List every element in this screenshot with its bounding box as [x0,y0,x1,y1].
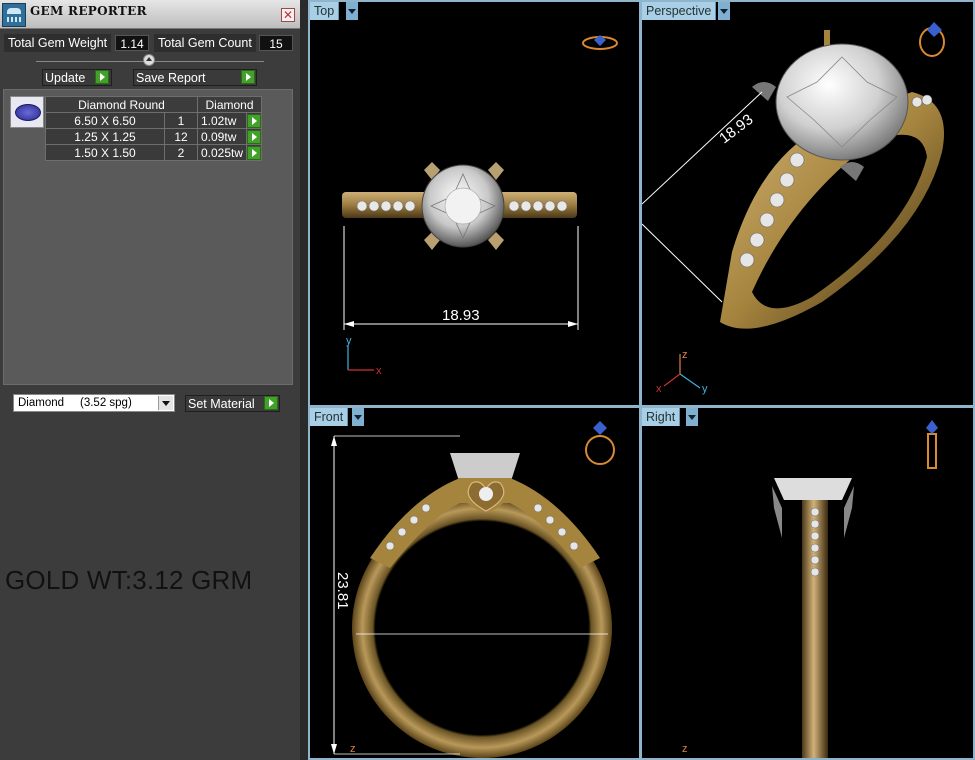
total-gem-weight-label: Total Gem Weight [4,34,112,52]
viewport-right[interactable]: z Right [640,406,975,760]
viewport-front-tab[interactable]: Front [310,408,349,426]
viewport-top[interactable]: 18.93 y x Top [308,0,641,407]
material-select[interactable]: Diamond (3.52 spg) [13,394,175,412]
right-view-canvas: z [682,420,938,758]
gem-count-cell: 1 [164,112,198,129]
gem-weight-cell: 1.02tw [196,112,248,129]
gem-weight-cell: 0.09tw [196,128,248,145]
gem-table: Diamond Round Diamond 6.50 X 6.50 1 1.02… [45,96,263,161]
axis-x-label: x [656,383,662,395]
diamond-gem-icon[interactable] [10,96,44,128]
gem-row-action-cell [246,128,263,145]
collapse-up-icon[interactable] [143,54,155,66]
panel-title: GEM REPORTER [30,4,147,18]
gem-reporter-panel: GEM REPORTER ✕ Total Gem Weight 1.14 Tot… [0,0,300,760]
axis-y-label: y [346,335,352,347]
gem-size-cell: 1.25 X 1.25 [45,128,165,145]
gem-table-header-row: Diamond Round Diamond [45,96,263,113]
viewport-front[interactable]: 23.81 z Front [308,406,641,760]
chevron-down-icon[interactable] [158,396,173,410]
viewport-top-tab[interactable]: Top [310,2,340,20]
row-play-icon[interactable] [247,145,262,160]
front-mini-ring-icon [585,421,615,465]
axis-x-label: x [376,365,382,377]
gem-table-header-material: Diamond [196,96,263,113]
viewport-right-dropdown-icon[interactable] [686,408,698,426]
save-report-button[interactable]: Save Report [133,69,257,86]
set-material-button-label: Set Material [188,397,255,411]
panel-splitter[interactable] [300,0,308,760]
close-button[interactable]: ✕ [281,8,295,22]
table-row[interactable]: 1.50 X 1.50 2 0.025tw [45,144,263,161]
viewport-perspective-dropdown-icon[interactable] [718,2,730,20]
gem-size-cell: 1.50 X 1.50 [45,144,165,161]
right-mini-ring-icon [926,420,938,469]
axis-z-label: z [682,349,688,361]
ring-front-shape [352,453,612,758]
top-dimension-label: 18.93 [442,307,480,324]
ring-top-shape [342,162,577,250]
total-gem-count-label: Total Gem Count [154,34,256,52]
row-play-icon[interactable] [247,113,262,128]
save-report-play-icon[interactable] [241,70,255,84]
save-report-button-label: Save Report [136,71,206,85]
axis-z-label: z [682,743,688,755]
viewport-right-tab[interactable]: Right [642,408,681,426]
axis-z-label: z [350,743,356,755]
viewport-top-dropdown-icon[interactable] [346,2,358,20]
gem-row-action-cell [246,112,263,129]
table-row[interactable]: 6.50 X 6.50 1 1.02tw [45,112,263,129]
viewport-perspective[interactable]: 18.93 z x y Perspective [640,0,975,407]
gold-weight-text: GOLD WT:3.12 GRM [5,565,253,595]
gem-count-cell: 2 [164,144,198,161]
front-view-canvas: 23.81 z [331,421,615,758]
row-play-icon[interactable] [247,129,262,144]
panel-titlebar: GEM REPORTER ✕ [0,0,300,29]
gem-weight-cell: 0.025tw [196,144,248,161]
update-play-icon[interactable] [95,70,109,84]
perspective-mini-ring-icon [919,22,945,57]
ring-perspective-shape [720,30,944,329]
perspective-view-canvas: 18.93 z x y [642,22,945,395]
viewport-front-dropdown-icon[interactable] [352,408,364,426]
front-dimension-label: 23.81 [334,572,351,610]
total-gem-weight-value: 1.14 [115,35,149,51]
gem-size-cell: 6.50 X 6.50 [45,112,165,129]
gem-count-cell: 12 [164,128,198,145]
total-gem-count-value: 15 [259,35,293,51]
update-button-label: Update [45,71,86,85]
top-axis-gizmo: y x [346,335,382,377]
top-view-canvas: 18.93 y x [342,35,618,377]
material-select-value: Diamond (3.52 spg) [18,397,132,409]
gem-row-action-cell [246,144,263,161]
axis-y-label: y [702,383,708,395]
set-material-play-icon[interactable] [264,396,278,410]
top-mini-ring-icon [582,35,618,50]
viewport-perspective-tab[interactable]: Perspective [642,2,717,20]
ring-right-shape [772,478,854,758]
table-row[interactable]: 1.25 X 1.25 12 0.09tw [45,128,263,145]
gem-reporter-app-icon [2,3,26,27]
gem-table-header-shape: Diamond Round [45,96,198,113]
perspective-axis-gizmo: z x y [656,349,708,395]
